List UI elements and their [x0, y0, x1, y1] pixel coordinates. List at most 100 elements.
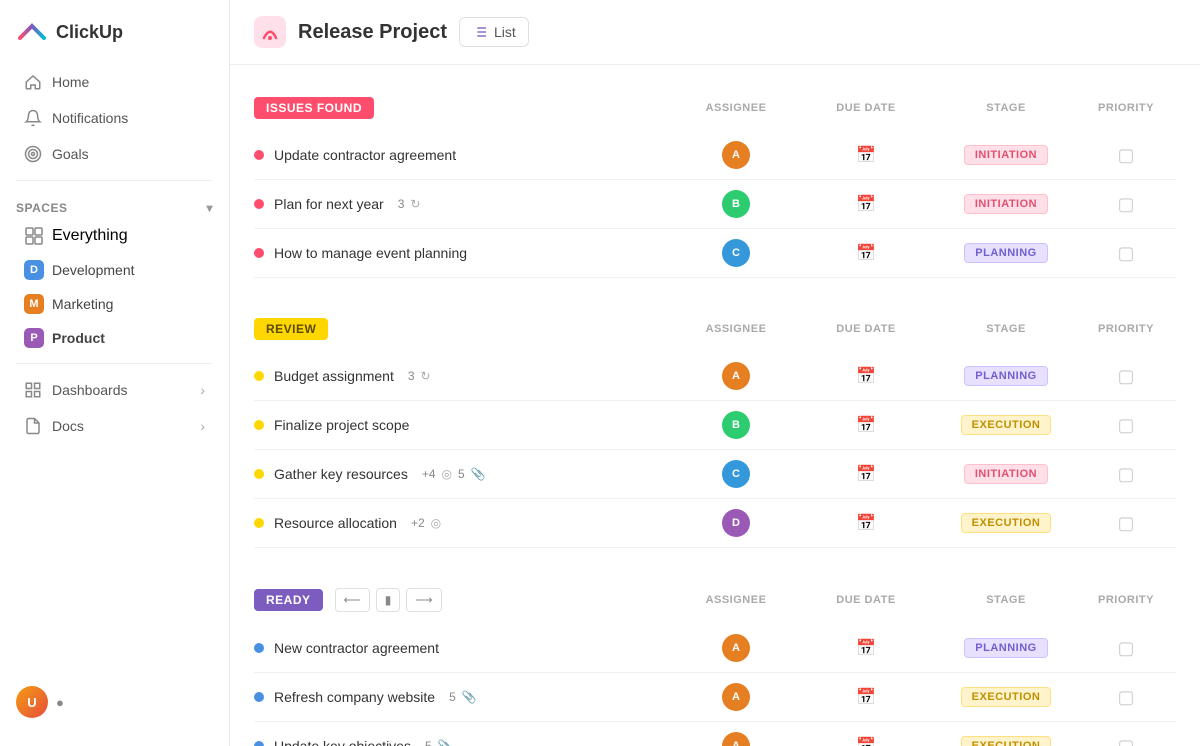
priority-icon: ▢: [1117, 464, 1134, 485]
sidebar-development-label: Development: [52, 262, 135, 278]
stage-badge: PLANNING: [964, 243, 1047, 263]
group-review: REVIEW ASSIGNEE DUE DATE STAGE PRIORITY …: [254, 310, 1176, 548]
assignee-cell: A: [676, 634, 796, 662]
calendar-icon: 📅: [856, 194, 876, 214]
project-title: Release Project: [298, 21, 447, 44]
topbar: Release Project List: [230, 0, 1200, 65]
logo-area: ClickUp: [0, 16, 229, 64]
calendar-icon: 📅: [856, 687, 876, 707]
avatar: A: [722, 362, 750, 390]
avatar: D: [722, 509, 750, 537]
priority-cell: ▢: [1076, 194, 1176, 215]
sidebar-everything-label: Everything: [52, 227, 128, 245]
stage-badge: EXECUTION: [961, 513, 1052, 533]
task-name: New contractor agreement: [274, 640, 439, 656]
task-info: New contractor agreement: [254, 640, 676, 656]
project-icon: [254, 16, 286, 48]
table-row[interactable]: Update key objectives 5 📎 A 📅 EXECUTION: [254, 722, 1176, 746]
table-row[interactable]: New contractor agreement A 📅 PLANNING ▢: [254, 624, 1176, 673]
task-status-dot: [254, 692, 264, 702]
action-btn-2[interactable]: ▮: [376, 588, 401, 612]
task-status-dot: [254, 248, 264, 258]
col-priority-3: PRIORITY: [1076, 594, 1176, 606]
assignee-cell: A: [676, 141, 796, 169]
task-info: Plan for next year 3 ↻: [254, 196, 676, 212]
product-dot: P: [24, 328, 44, 348]
task-info: Budget assignment 3 ↻: [254, 368, 676, 384]
calendar-icon: 📅: [856, 243, 876, 263]
dashboards-expand-icon[interactable]: ›: [200, 382, 205, 398]
user-area[interactable]: U ●: [0, 674, 229, 730]
bell-icon: [24, 109, 42, 127]
col-priority-2: PRIORITY: [1076, 323, 1176, 335]
priority-icon: ▢: [1117, 736, 1134, 746]
date-cell: 📅: [796, 415, 936, 435]
col-assignee-3: ASSIGNEE: [676, 594, 796, 606]
task-name: Resource allocation: [274, 515, 397, 531]
priority-icon: ▢: [1117, 687, 1134, 708]
table-row[interactable]: Plan for next year 3 ↻ B 📅 INITIATION ▢: [254, 180, 1176, 229]
date-cell: 📅: [796, 638, 936, 658]
stage-cell: PLANNING: [936, 243, 1076, 263]
ready-badge: READY: [254, 589, 323, 611]
priority-icon: ▢: [1117, 513, 1134, 534]
task-name: Budget assignment: [274, 368, 394, 384]
priority-icon: ▢: [1117, 194, 1134, 215]
spaces-collapse-icon[interactable]: ▾: [206, 201, 213, 215]
group-issues-header: ISSUES FOUND ASSIGNEE DUE DATE STAGE PRI…: [254, 89, 1176, 127]
sidebar-item-everything[interactable]: Everything: [8, 219, 221, 253]
col-stage-3: STAGE: [936, 594, 1076, 606]
nav-dashboards[interactable]: Dashboards ›: [8, 372, 221, 408]
sidebar: ClickUp Home Notifications Goals Spaces …: [0, 0, 230, 746]
docs-expand-icon[interactable]: ›: [200, 418, 205, 434]
col-assignee-1: ASSIGNEE: [676, 102, 796, 114]
avatar: A: [722, 683, 750, 711]
calendar-icon: 📅: [856, 415, 876, 435]
nav-notifications[interactable]: Notifications: [8, 100, 221, 136]
task-name: Plan for next year: [274, 196, 384, 212]
task-info: Finalize project scope: [254, 417, 676, 433]
task-status-dot: [254, 199, 264, 209]
sidebar-item-development[interactable]: D Development: [8, 253, 221, 287]
action-btn-1[interactable]: ⟵: [335, 588, 370, 612]
group-issues-found: ISSUES FOUND ASSIGNEE DUE DATE STAGE PRI…: [254, 89, 1176, 278]
nav-docs[interactable]: Docs ›: [8, 408, 221, 444]
view-label: List: [494, 24, 516, 40]
sidebar-item-marketing[interactable]: M Marketing: [8, 287, 221, 321]
grid-icon: [24, 226, 44, 246]
table-row[interactable]: How to manage event planning C 📅 PLANNIN…: [254, 229, 1176, 278]
stage-badge: INITIATION: [964, 145, 1048, 165]
table-row[interactable]: Update contractor agreement A 📅 INITIATI…: [254, 131, 1176, 180]
list-view-button[interactable]: List: [459, 17, 529, 47]
nav-dashboards-label: Dashboards: [52, 382, 128, 398]
main-content: Release Project List ISSUES FOUND ASSIGN…: [230, 0, 1200, 746]
stage-badge: INITIATION: [964, 464, 1048, 484]
priority-icon: ▢: [1117, 638, 1134, 659]
nav-goals[interactable]: Goals: [8, 136, 221, 172]
action-btn-3[interactable]: ⟶: [406, 588, 441, 612]
issues-found-badge: ISSUES FOUND: [254, 97, 374, 119]
task-status-dot: [254, 420, 264, 430]
col-assignee-2: ASSIGNEE: [676, 323, 796, 335]
priority-cell: ▢: [1076, 145, 1176, 166]
table-row[interactable]: Budget assignment 3 ↻ A 📅 PLANNING ▢: [254, 352, 1176, 401]
date-cell: 📅: [796, 513, 936, 533]
table-row[interactable]: Refresh company website 5 📎 A 📅 EXECUTIO…: [254, 673, 1176, 722]
sidebar-item-product[interactable]: P Product: [8, 321, 221, 355]
table-row[interactable]: Resource allocation +2 ◎ D 📅 EXECUTION ▢: [254, 499, 1176, 548]
task-info: How to manage event planning: [254, 245, 676, 261]
task-meta: 5 📎: [449, 690, 477, 704]
table-row[interactable]: Gather key resources +4 ◎ 5 📎 C 📅 INITIA…: [254, 450, 1176, 499]
task-name: Update key objectives: [274, 738, 411, 746]
issues-badge-area: ISSUES FOUND: [254, 97, 676, 119]
task-status-dot: [254, 741, 264, 746]
sidebar-marketing-label: Marketing: [52, 296, 113, 312]
nav-home[interactable]: Home: [8, 64, 221, 100]
ready-header-left: READY ⟵ ▮ ⟶: [254, 588, 676, 612]
nav-notifications-label: Notifications: [52, 110, 128, 126]
target-icon: [24, 145, 42, 163]
table-row[interactable]: Finalize project scope B 📅 EXECUTION ▢: [254, 401, 1176, 450]
priority-cell: ▢: [1076, 687, 1176, 708]
col-priority-1: PRIORITY: [1076, 102, 1176, 114]
priority-icon: ▢: [1117, 243, 1134, 264]
